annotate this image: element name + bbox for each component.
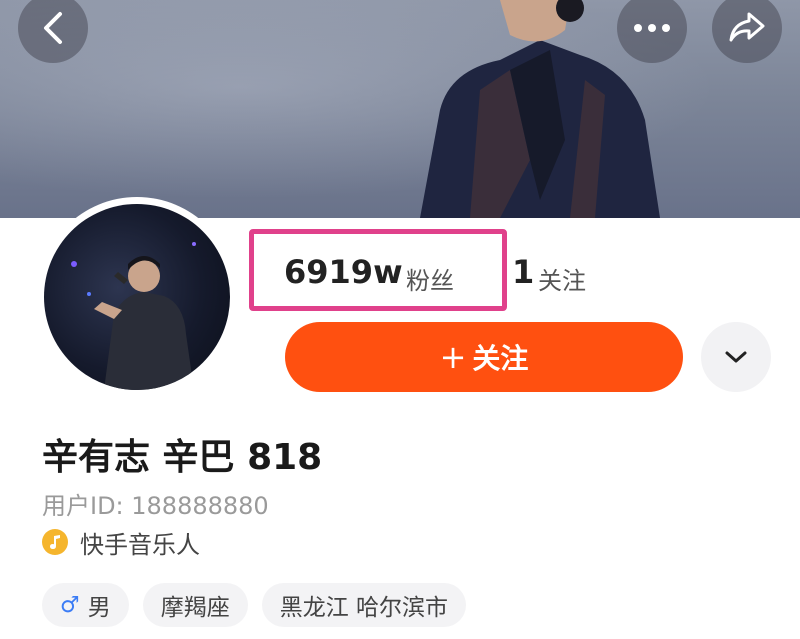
gender-tag: ♂ 男 xyxy=(42,583,129,627)
chevron-left-icon xyxy=(44,12,62,44)
profile-name: 辛有志 辛巴 818 xyxy=(42,437,323,478)
back-button[interactable] xyxy=(18,0,88,63)
fans-count[interactable]: 6919w xyxy=(284,253,403,291)
role-badge[interactable]: 快手音乐人 xyxy=(42,526,200,559)
avatar-frame xyxy=(37,197,237,397)
avatar[interactable] xyxy=(44,204,230,390)
gender-label: 男 xyxy=(87,595,111,621)
role-label: 快手音乐人 xyxy=(80,530,200,559)
location-label: 黑龙江 哈尔滨市 xyxy=(279,595,449,621)
user-id: 用户ID: 188888880 xyxy=(42,492,269,520)
zodiac-label: 摩羯座 xyxy=(160,595,230,621)
follow-button-label: 关注 xyxy=(472,342,529,375)
share-arrow-icon xyxy=(729,12,765,42)
chevron-down-icon xyxy=(725,351,747,363)
ellipsis-icon xyxy=(634,24,670,32)
recommend-dropdown-button[interactable] xyxy=(701,322,771,392)
cover-image xyxy=(0,0,800,218)
male-icon: ♂ xyxy=(60,592,80,618)
following-count[interactable]: 1 xyxy=(512,253,534,291)
avatar-image xyxy=(71,242,196,390)
following-label[interactable]: 关注 xyxy=(538,261,586,296)
plus-icon: + xyxy=(439,338,467,376)
location-tag: 黑龙江 哈尔滨市 xyxy=(261,583,467,627)
profile-tags: ♂ 男 摩羯座 黑龙江 哈尔滨市 xyxy=(42,583,480,627)
music-note-icon xyxy=(42,529,68,555)
share-button[interactable] xyxy=(712,0,782,63)
fans-label[interactable]: 粉丝 xyxy=(406,261,454,296)
zodiac-tag: 摩羯座 xyxy=(142,583,248,627)
follow-button[interactable]: + 关注 xyxy=(285,322,683,392)
